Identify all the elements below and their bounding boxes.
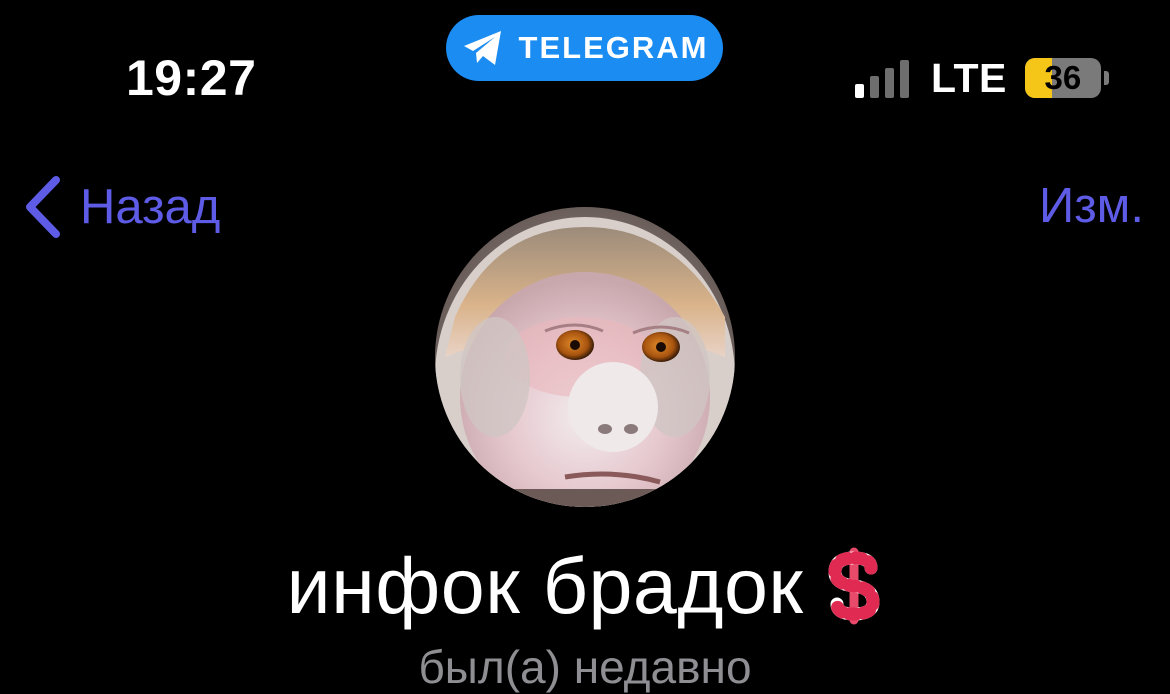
- telegram-app-pill[interactable]: TELEGRAM: [446, 15, 723, 81]
- battery-level: 36: [1044, 59, 1082, 96]
- battery-cap: [1103, 71, 1109, 85]
- signal-bar: [885, 68, 894, 98]
- battery-icon: 36: [1024, 58, 1101, 98]
- chevron-left-icon: [26, 176, 60, 238]
- status-time: 19:27: [126, 50, 257, 106]
- telegram-plane-icon: [463, 31, 501, 65]
- edit-button[interactable]: Изм.: [1039, 178, 1144, 234]
- back-button-label: Назад: [80, 180, 221, 234]
- status-indicators: LTE 36: [855, 54, 1109, 101]
- profile-name: инфок брадок: [286, 541, 804, 630]
- network-type: LTE: [931, 54, 1007, 101]
- monkey-face-photo: [435, 207, 735, 507]
- profile-avatar[interactable]: [435, 207, 735, 507]
- app-pill-label: TELEGRAM: [518, 30, 709, 65]
- dollar-sign-icon[interactable]: [825, 546, 883, 626]
- cellular-signal-icon: [855, 58, 913, 98]
- back-button[interactable]: Назад: [22, 172, 220, 242]
- signal-bar: [900, 60, 909, 98]
- signal-bar: [870, 76, 879, 98]
- signal-bar: [855, 84, 864, 98]
- profile-name-row: инфок брадок: [0, 540, 1170, 632]
